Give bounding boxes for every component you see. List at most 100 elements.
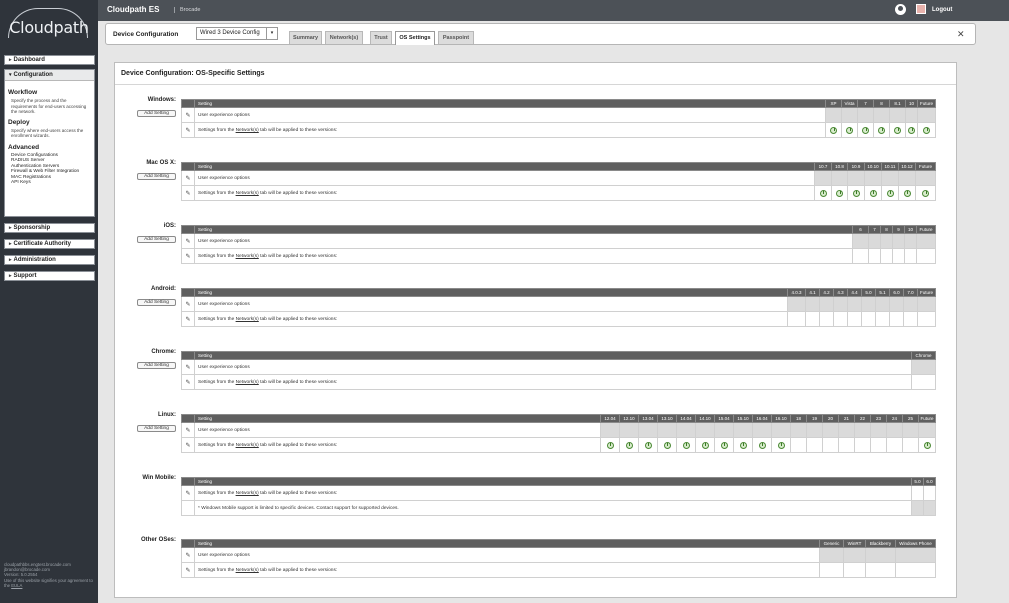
version-cell[interactable] [918,437,936,453]
networks-tab-link[interactable]: Network(s) [236,380,259,385]
networks-tab-link[interactable]: Network(s) [236,443,259,448]
nav-support[interactable]: ▸ Support [4,271,95,281]
version-cell[interactable] [822,437,839,453]
device-config-select[interactable]: Wired 3 Device Config ▾ [196,27,278,40]
version-cell[interactable] [915,185,936,201]
add-setting-button[interactable]: Add Setting [137,425,176,432]
version-cell[interactable] [619,437,639,453]
version-cell[interactable] [638,437,658,453]
version-cell[interactable] [657,437,677,453]
networks-tab-link[interactable]: Network(s) [236,491,259,496]
edit-pencil-icon[interactable]: ✎ [181,248,195,264]
edit-pencil-icon[interactable]: ✎ [181,170,195,186]
cloudpath-logo[interactable]: Cloudpath [0,0,98,50]
version-cell[interactable] [833,311,848,327]
edit-pencil-icon[interactable]: ✎ [181,485,195,501]
tab-os-settings[interactable]: OS Settings [395,31,435,45]
edit-pencil-icon[interactable]: ✎ [181,296,195,312]
add-setting-button[interactable]: Add Setting [137,299,176,306]
edit-pencil-icon[interactable]: ✎ [181,422,195,438]
version-cell[interactable] [895,562,936,578]
version-cell[interactable] [847,185,865,201]
edit-pencil-icon[interactable]: ✎ [181,547,195,563]
version-cell[interactable] [875,311,890,327]
version-cell[interactable] [838,437,855,453]
version-cell[interactable] [806,437,823,453]
version-cell[interactable] [695,437,715,453]
version-cell[interactable] [868,248,881,264]
nav-administration[interactable]: ▸ Administration [4,255,95,265]
tab-trust[interactable]: Trust [370,31,392,44]
version-cell[interactable] [857,122,874,138]
edit-pencil-icon[interactable]: ✎ [181,233,195,249]
version-cell[interactable] [861,311,876,327]
version-cell[interactable] [889,122,906,138]
version-cell[interactable] [752,437,772,453]
user-icon[interactable] [895,4,906,15]
edit-pencil-icon[interactable]: ✎ [181,437,195,453]
version-cell[interactable] [870,437,887,453]
logout-button[interactable]: Logout [932,7,952,13]
version-cell[interactable] [771,437,791,453]
version-cell[interactable] [917,122,936,138]
add-setting-button[interactable]: Add Setting [137,173,176,180]
add-setting-button[interactable]: Add Setting [137,362,176,369]
version-cell[interactable] [814,185,832,201]
edit-pencil-icon[interactable]: ✎ [181,374,195,390]
version-cell[interactable] [905,122,918,138]
version-cell[interactable] [852,248,869,264]
version-cell[interactable] [892,248,905,264]
logout-icon[interactable] [916,4,926,14]
version-cell[interactable] [916,248,936,264]
version-cell[interactable] [881,185,899,201]
version-cell[interactable] [904,248,917,264]
version-cell[interactable] [600,437,620,453]
edit-pencil-icon[interactable]: ✎ [181,122,195,138]
eula-link[interactable]: EULA [11,583,22,588]
version-cell[interactable] [825,122,842,138]
edit-pencil-icon[interactable]: ✎ [181,107,195,123]
deploy-link[interactable]: Deploy [5,119,94,126]
version-cell[interactable] [843,562,866,578]
version-cell[interactable] [864,185,882,201]
version-cell[interactable] [790,437,807,453]
edit-pencil-icon[interactable]: ✎ [181,359,195,375]
link-api-keys[interactable]: API Keys [5,180,94,186]
version-cell[interactable] [714,437,734,453]
version-cell[interactable] [911,485,924,501]
version-cell[interactable] [733,437,753,453]
nav-configuration[interactable]: ▾ Configuration [5,70,94,81]
version-cell[interactable] [903,311,918,327]
networks-tab-link[interactable]: Network(s) [236,568,259,573]
networks-tab-link[interactable]: Network(s) [236,317,259,322]
networks-tab-link[interactable]: Network(s) [236,254,259,259]
nav-certificate-authority[interactable]: ▸ Certificate Authority [4,239,95,249]
edit-pencil-icon[interactable]: ✎ [181,311,195,327]
version-cell[interactable] [676,437,696,453]
nav-dashboard[interactable]: ▸ Dashboard [4,55,95,65]
nav-sponsorship[interactable]: ▸ Sponsorship [4,223,95,233]
version-cell[interactable] [902,437,919,453]
tab-networks[interactable]: Network(s) [325,31,363,44]
edit-pencil-icon[interactable]: ✎ [181,562,195,578]
tab-passpoint[interactable]: Passpoint [438,31,474,44]
version-cell[interactable] [889,311,904,327]
version-cell[interactable] [880,248,893,264]
close-icon[interactable]: ✕ [957,29,965,40]
edit-pencil-icon[interactable]: ✎ [181,185,195,201]
version-cell[interactable] [854,437,871,453]
add-setting-button[interactable]: Add Setting [137,110,176,117]
version-cell[interactable] [841,122,858,138]
workflow-link[interactable]: Workflow [5,89,94,96]
version-cell[interactable] [787,311,806,327]
networks-tab-link[interactable]: Network(s) [236,128,259,133]
version-cell[interactable] [865,562,896,578]
version-cell[interactable] [923,485,936,501]
version-cell[interactable] [831,185,848,201]
add-setting-button[interactable]: Add Setting [137,236,176,243]
version-cell[interactable] [847,311,862,327]
version-cell[interactable] [911,374,936,390]
version-cell[interactable] [917,311,936,327]
version-cell[interactable] [886,437,903,453]
version-cell[interactable] [819,311,834,327]
